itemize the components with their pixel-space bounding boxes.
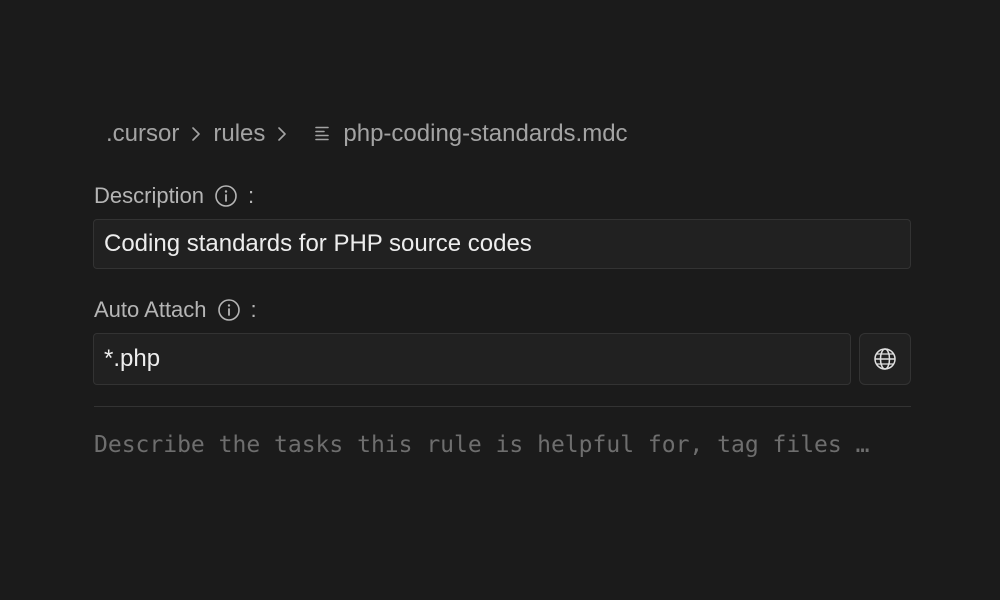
- globe-button[interactable]: [859, 333, 911, 385]
- auto-attach-label: Auto Attach: [94, 297, 207, 322]
- breadcrumb-item-rules[interactable]: rules: [213, 120, 265, 148]
- breadcrumb: .cursor rules php-coding-standards.mdc: [106, 118, 628, 150]
- description-label-colon: :: [248, 183, 255, 208]
- auto-attach-label-row: Auto Attach :: [94, 295, 257, 325]
- breadcrumb-item-file[interactable]: php-coding-standards.mdc: [343, 120, 627, 148]
- chevron-right-icon: [189, 124, 203, 144]
- globe-icon: [874, 348, 896, 370]
- chevron-right-icon: [275, 124, 289, 144]
- file-lines-icon: [313, 124, 333, 144]
- description-label: Description: [94, 183, 205, 208]
- divider: [94, 406, 911, 407]
- auto-attach-input-value: *.php: [104, 345, 161, 372]
- description-input-value: Coding standards for PHP source codes: [104, 230, 532, 257]
- auto-attach-label-colon: :: [250, 297, 257, 322]
- description-label-row: Description :: [94, 181, 254, 211]
- auto-attach-input[interactable]: *.php: [93, 333, 851, 385]
- info-icon[interactable]: [217, 298, 241, 322]
- info-icon[interactable]: [214, 184, 238, 208]
- rule-editor-panel: .cursor rules php-coding-standards.mdc D…: [0, 0, 1000, 600]
- rule-body-placeholder: Describe the tasks this rule is helpful …: [94, 432, 870, 458]
- breadcrumb-item-cursor[interactable]: .cursor: [106, 120, 179, 148]
- description-input[interactable]: Coding standards for PHP source codes: [93, 219, 911, 269]
- rule-body-editor[interactable]: Describe the tasks this rule is helpful …: [94, 428, 911, 462]
